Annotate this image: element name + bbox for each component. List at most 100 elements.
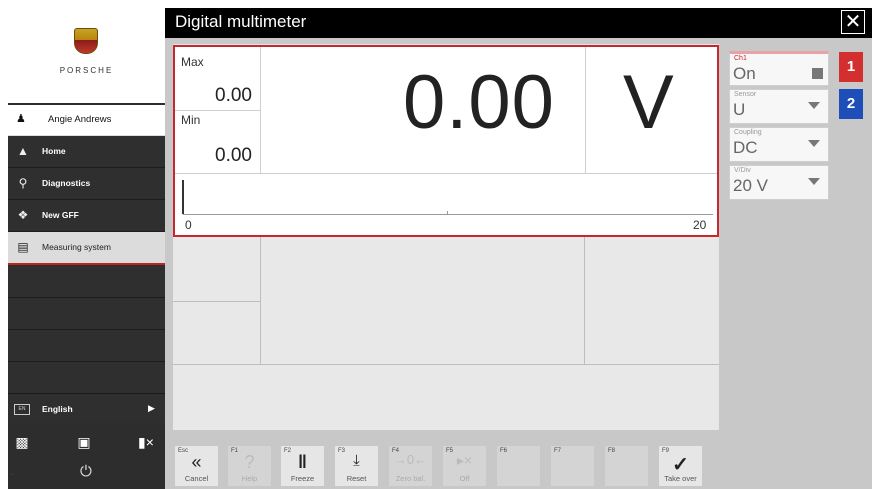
scale-min-label: 0 xyxy=(185,218,192,232)
home-icon: ▲ xyxy=(17,144,29,158)
double-chevron-left-icon: « xyxy=(191,452,202,472)
chevron-right-icon: ▶ xyxy=(148,403,155,413)
sidebar-item-measuring-system[interactable]: ▤ Measuring system xyxy=(8,232,165,265)
fkey-label: Off xyxy=(459,474,470,483)
f6-button[interactable]: F6 xyxy=(497,446,540,486)
chevron-down-icon xyxy=(808,102,820,109)
measured-unit: V xyxy=(623,60,674,145)
bar-graph-axis xyxy=(183,214,713,215)
version-info-icon: ⋅⋅⋅ xyxy=(10,472,14,477)
fkey-label: Take over xyxy=(664,474,697,483)
channel-caption: Ch1 xyxy=(734,55,747,62)
page-title: Digital multimeter xyxy=(175,12,307,31)
reset-icon: ⤓ xyxy=(353,452,360,469)
coupling-select[interactable]: Coupling DC xyxy=(729,127,829,162)
sidebar-item-label: Home xyxy=(42,146,66,156)
fkey-label: Help xyxy=(241,474,258,483)
bar-graph-indicator xyxy=(182,180,184,214)
sidebar-tool-row: ▩ ▣ ▮× xyxy=(8,428,165,458)
sidebar-item-label: Diagnostics xyxy=(42,178,91,188)
fkey-label: Freeze xyxy=(290,474,315,483)
fkey-label: Reset xyxy=(346,474,367,483)
vdiv-caption: V/Div xyxy=(734,167,751,174)
chevron-down-icon xyxy=(808,178,820,185)
reset-button[interactable]: F3 ⤓ Reset xyxy=(335,446,378,486)
measured-value: 0.00 xyxy=(403,60,555,145)
power-row: ⋅⋅⋅ ⏻ xyxy=(8,460,165,489)
cancel-button[interactable]: Esc « Cancel xyxy=(175,446,218,486)
screen-icon[interactable]: ▣ xyxy=(74,434,94,450)
zero-balance-button[interactable]: F4 →0← Zero bal. xyxy=(389,446,432,486)
grid-line xyxy=(175,173,717,174)
porsche-crest-logo xyxy=(74,28,98,54)
max-label: Max xyxy=(181,55,204,69)
multimeter-display: Max 0.00 Min 0.00 0.00 V 0 20 xyxy=(173,45,719,237)
help-button[interactable]: F1 ? Help xyxy=(228,446,271,486)
vdiv-select[interactable]: V/Div 20 V xyxy=(729,165,829,200)
f8-button[interactable]: F8 xyxy=(605,446,648,486)
vci-device-icon[interactable]: ▩ xyxy=(12,434,32,450)
sidebar-item-label: New GFF xyxy=(42,210,79,220)
user-name: Angie Andrews xyxy=(48,114,112,125)
coupling-caption: Coupling xyxy=(734,129,762,136)
zero-balance-icon: →0← xyxy=(393,452,428,467)
channel-toggle[interactable]: Ch1 On xyxy=(729,51,829,86)
grid-line xyxy=(260,237,261,364)
network-disconnected-icon[interactable]: ▮× xyxy=(136,434,156,450)
diagnostics-icon: ⚲ xyxy=(18,176,28,190)
sidebar-empty-row xyxy=(8,266,165,298)
sidebar: PORSCHE ♟ Angie Andrews ▲ Home ⚲ Diagnos… xyxy=(8,0,165,489)
take-over-button[interactable]: F9 ✓ Take over xyxy=(659,446,702,486)
fkey-label: Zero bal. xyxy=(395,474,426,483)
sensor-caption: Sensor xyxy=(734,91,757,98)
sensor-select[interactable]: Sensor U xyxy=(729,89,829,124)
close-icon: ✕ xyxy=(844,11,862,33)
measuring-system-icon: ▤ xyxy=(17,240,29,254)
brand-wordmark: PORSCHE xyxy=(59,66,114,75)
coupling-value: DC xyxy=(733,138,758,157)
sidebar-empty-row xyxy=(8,298,165,330)
user-row[interactable]: ♟ Angie Andrews xyxy=(8,105,165,136)
close-button[interactable]: ✕ xyxy=(841,10,865,34)
sidebar-item-home[interactable]: ▲ Home xyxy=(8,136,165,168)
max-value: 0.00 xyxy=(215,85,252,106)
grid-line xyxy=(585,47,586,173)
vdiv-value: 20 V xyxy=(733,176,768,195)
bar-graph-tick xyxy=(447,211,448,214)
pause-icon: ‖ xyxy=(298,452,307,472)
grid-line xyxy=(260,47,261,173)
fkey-code: F8 xyxy=(608,448,616,454)
sidebar-empty-row xyxy=(8,362,165,394)
freeze-button[interactable]: F2 ‖ Freeze xyxy=(281,446,324,486)
logo-area: PORSCHE xyxy=(8,0,165,103)
language-icon: EN xyxy=(14,404,30,415)
channel-2-button[interactable]: 2 xyxy=(839,89,863,119)
scale-max-label: 20 xyxy=(693,218,707,232)
language-label: English xyxy=(42,404,73,414)
grid-line xyxy=(173,301,260,302)
f7-button[interactable]: F7 xyxy=(551,446,594,486)
speaker-off-icon: ▸× xyxy=(456,452,473,468)
sidebar-item-label: Measuring system xyxy=(42,242,111,252)
fkey-code: F7 xyxy=(554,448,562,454)
channel-1-button[interactable]: 1 xyxy=(839,52,863,82)
sidebar-item-diagnostics[interactable]: ⚲ Diagnostics xyxy=(8,168,165,200)
fkey-label: Cancel xyxy=(184,474,209,483)
sensor-value: U xyxy=(733,100,746,119)
power-icon[interactable]: ⏻ xyxy=(80,463,92,480)
sidebar-item-new-gff[interactable]: ❖ New GFF xyxy=(8,200,165,232)
sidebar-empty-row xyxy=(8,330,165,362)
grid-line xyxy=(173,364,719,365)
fkey-code: F6 xyxy=(500,448,508,454)
sound-off-button[interactable]: F5 ▸× Off xyxy=(443,446,486,486)
channel-state: On xyxy=(733,64,756,83)
guided-fault-finding-icon: ❖ xyxy=(17,208,29,222)
language-selector[interactable]: EN English ▶ xyxy=(8,395,165,423)
min-value: 0.00 xyxy=(215,145,252,166)
question-icon: ? xyxy=(244,452,255,472)
min-label: Min xyxy=(181,113,201,127)
grid-line xyxy=(584,237,585,364)
toggle-square-icon xyxy=(812,68,823,79)
chevron-down-icon xyxy=(808,140,820,147)
title-bar: Digital multimeter xyxy=(165,8,872,38)
